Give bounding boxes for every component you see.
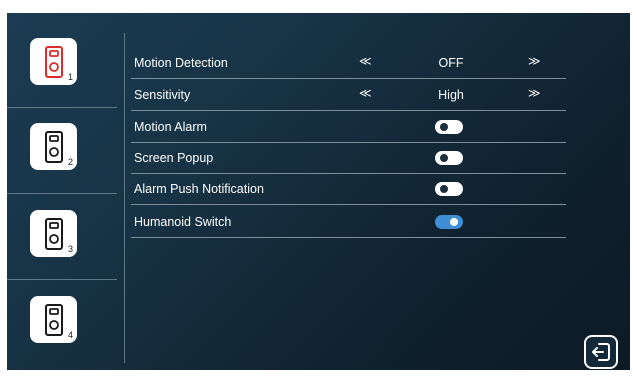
exit-button[interactable]: [584, 335, 618, 369]
sensitivity-label: Sensitivity: [134, 88, 191, 102]
doorbell-camera-icon: [44, 217, 63, 250]
toggle-knob: [440, 123, 448, 131]
sensitivity-row: Sensitivity ≪ High ≫: [131, 80, 566, 111]
prev-arrow-icon[interactable]: ≪: [359, 86, 372, 100]
sidebar-divider: [7, 107, 117, 108]
motion-alarm-toggle[interactable]: [435, 120, 463, 134]
doorbell-camera-icon: [44, 303, 63, 336]
screen-popup-label: Screen Popup: [134, 151, 214, 165]
alarm-push-label: Alarm Push Notification: [134, 182, 264, 196]
alarm-push-toggle[interactable]: [435, 182, 463, 196]
doorbell-camera-icon: [44, 45, 63, 78]
camera-number: 4: [67, 330, 73, 340]
camera-4-button[interactable]: 4: [30, 296, 77, 343]
next-arrow-icon[interactable]: ≫: [528, 54, 541, 68]
humanoid-switch-toggle[interactable]: [435, 215, 463, 229]
camera-number: 1: [67, 72, 73, 82]
next-arrow-icon[interactable]: ≫: [528, 86, 541, 100]
toggle-knob: [440, 185, 448, 193]
motion-detection-value: OFF: [438, 56, 464, 70]
prev-arrow-icon[interactable]: ≪: [359, 54, 372, 68]
camera-3-button[interactable]: 3: [30, 210, 77, 257]
motion-detection-row: Motion Detection ≪ OFF ≫: [131, 48, 566, 79]
camera-number: 2: [67, 157, 73, 167]
humanoid-switch-row: Humanoid Switch: [131, 207, 566, 238]
screen-popup-row: Screen Popup: [131, 143, 566, 174]
doorbell-camera-icon: [44, 130, 63, 163]
humanoid-switch-label: Humanoid Switch: [134, 215, 232, 229]
alarm-push-row: Alarm Push Notification: [131, 174, 566, 205]
sidebar-divider: [7, 279, 117, 280]
sidebar-divider: [7, 193, 117, 194]
motion-alarm-label: Motion Alarm: [134, 120, 207, 134]
camera-number: 3: [67, 244, 73, 254]
motion-alarm-row: Motion Alarm: [131, 112, 566, 143]
settings-screen: 1 2 3 4 Motion Detection ≪ OFF ≫ Sensiti…: [7, 13, 630, 370]
exit-icon: [592, 343, 610, 361]
sensitivity-value: High: [438, 88, 464, 102]
toggle-knob: [450, 218, 458, 226]
screen-popup-toggle[interactable]: [435, 151, 463, 165]
sidebar-vertical-divider: [124, 33, 125, 363]
toggle-knob: [440, 154, 448, 162]
camera-1-button[interactable]: 1: [30, 38, 77, 85]
camera-2-button[interactable]: 2: [30, 123, 77, 170]
motion-detection-label: Motion Detection: [134, 56, 228, 70]
